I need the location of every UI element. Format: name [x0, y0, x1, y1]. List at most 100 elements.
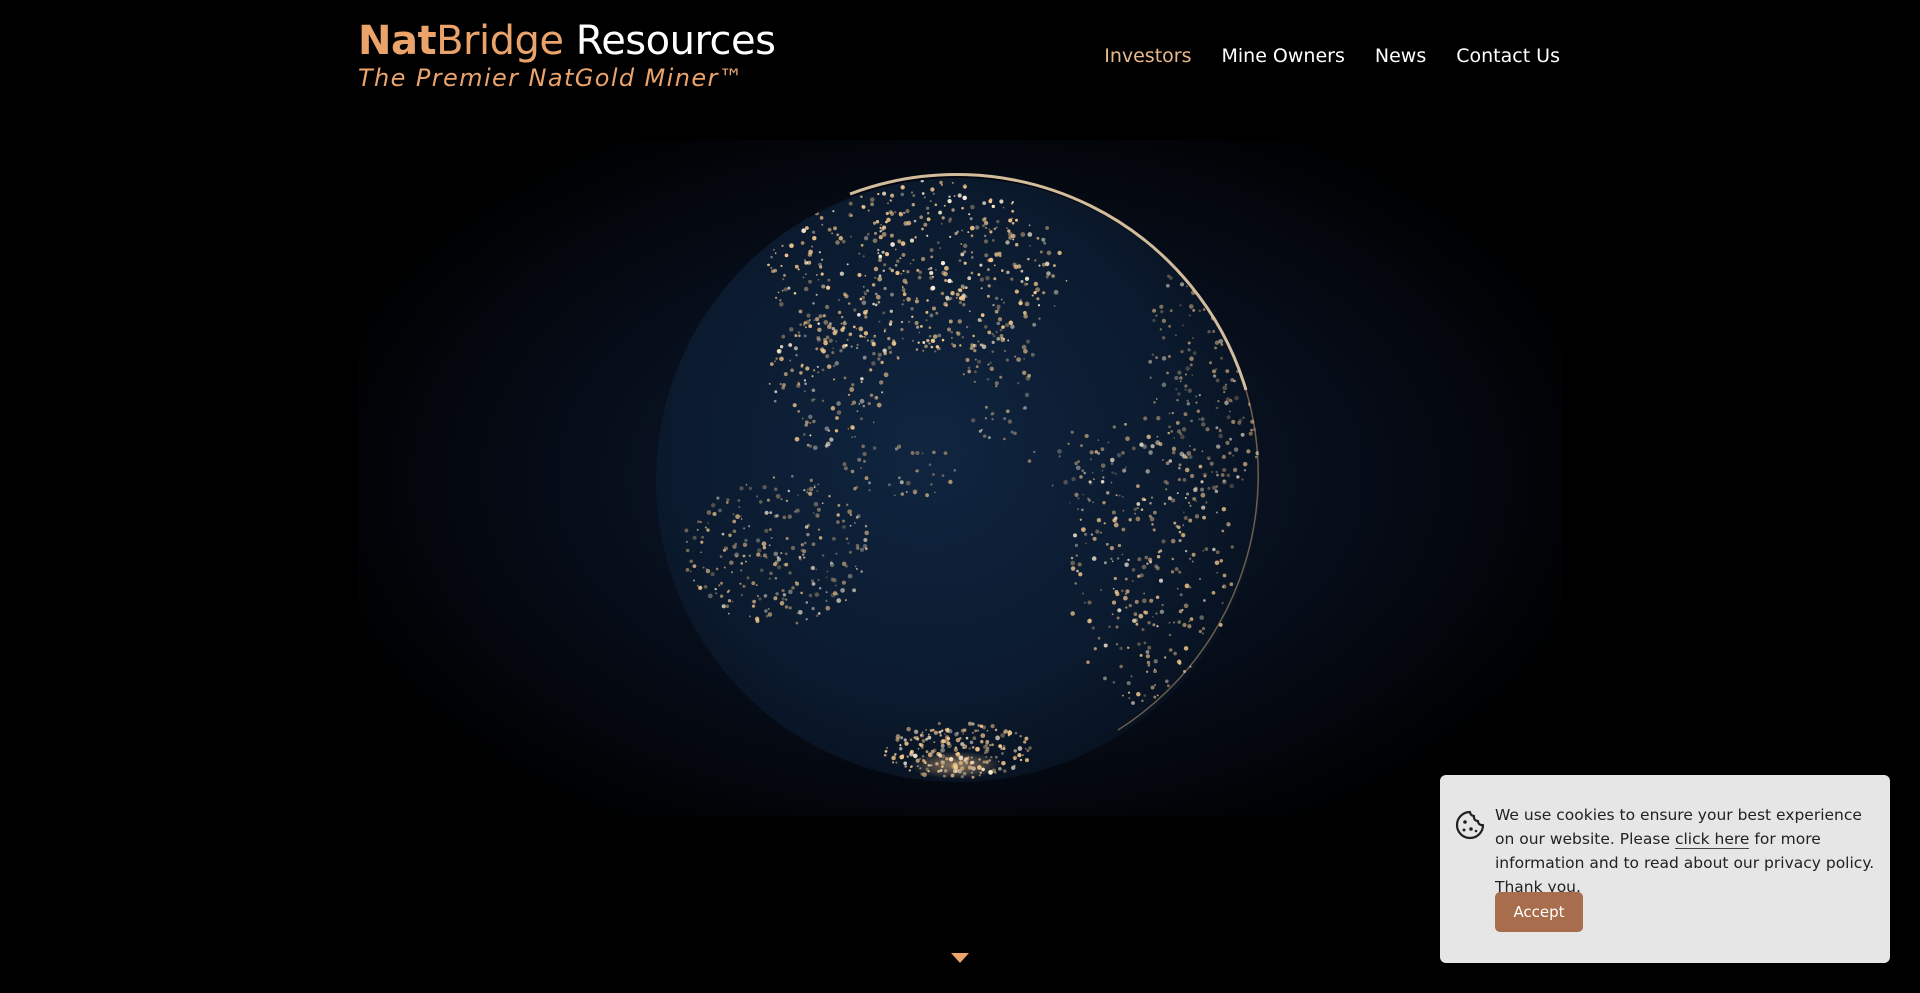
- city-light-dot: [1197, 289, 1201, 293]
- city-light-dot: [1131, 701, 1135, 705]
- city-light-dot: [1079, 475, 1083, 479]
- city-light-dot: [1181, 532, 1186, 538]
- city-light-dot: [863, 236, 869, 241]
- city-light-dot: [1041, 291, 1045, 294]
- city-light-dot: [740, 562, 744, 565]
- city-light-dot: [735, 555, 738, 558]
- city-light-dot: [1220, 473, 1225, 477]
- city-light-dot: [803, 286, 809, 292]
- city-light-dot: [946, 327, 952, 332]
- city-light-dot: [965, 736, 969, 740]
- city-light-dot: [812, 369, 816, 372]
- city-light-dot: [878, 274, 882, 278]
- city-light-dot: [821, 284, 826, 289]
- city-light-dot: [1200, 278, 1204, 282]
- city-light-dot: [866, 232, 870, 236]
- city-light-dot: [1052, 264, 1056, 268]
- city-light-dot: [1121, 553, 1124, 556]
- city-light-dot: [795, 581, 797, 583]
- city-light-dot: [1192, 351, 1197, 355]
- city-light-dot: [1016, 357, 1021, 362]
- city-light-dot: [817, 611, 821, 615]
- city-light-dot: [1142, 444, 1147, 449]
- city-light-dot: [1117, 608, 1122, 613]
- city-light-dot: [1186, 492, 1190, 496]
- city-light-dot: [811, 542, 816, 547]
- site-logo[interactable]: NatBridge Resources The Premier NatGold …: [358, 18, 776, 98]
- city-light-dot: [914, 299, 919, 304]
- city-light-dot: [799, 323, 803, 327]
- city-light-dot: [991, 743, 994, 747]
- city-light-dot: [1211, 269, 1214, 272]
- city-light-dot: [1170, 570, 1175, 574]
- city-light-dot: [785, 499, 789, 503]
- city-light-dot: [1215, 550, 1220, 555]
- city-light-dot: [842, 519, 845, 523]
- city-light-dot: [812, 236, 817, 241]
- city-light-dot: [777, 291, 780, 294]
- city-light-dot: [763, 594, 768, 598]
- city-light-dot: [1279, 421, 1281, 423]
- city-light-dot: [941, 729, 944, 732]
- accept-button[interactable]: Accept: [1495, 892, 1583, 932]
- city-light-dot: [972, 334, 975, 338]
- city-light-dot: [1181, 324, 1184, 327]
- city-light-dot: [935, 311, 939, 315]
- city-light-dot: [901, 754, 905, 758]
- city-light-dot: [742, 542, 748, 547]
- city-light-dot: [1070, 611, 1075, 616]
- chevron-down-icon[interactable]: [951, 953, 969, 963]
- city-light-dot: [1176, 492, 1179, 495]
- nav-item-investors[interactable]: Investors: [1104, 42, 1191, 70]
- city-light-dot: [850, 345, 853, 348]
- city-light-dot: [1228, 292, 1233, 297]
- city-light-dot: [1156, 416, 1161, 421]
- city-light-dot: [857, 312, 861, 317]
- city-light-dot: [890, 193, 895, 198]
- city-light-dot: [1201, 450, 1204, 453]
- city-light-dot: [1143, 641, 1147, 645]
- city-light-dot: [930, 338, 936, 344]
- city-light-dot: [850, 214, 853, 217]
- city-light-dot: [1207, 253, 1211, 257]
- city-light-dot: [832, 364, 836, 368]
- city-light-dot: [825, 576, 828, 579]
- nav-item-contact-us[interactable]: Contact Us: [1456, 42, 1560, 70]
- city-light-dot: [1013, 749, 1018, 753]
- city-light-dot: [788, 571, 792, 575]
- city-light-dot: [878, 320, 881, 323]
- city-light-dot: [788, 589, 793, 595]
- city-light-dot: [941, 216, 945, 220]
- cookie-more-info-link[interactable]: click here: [1674, 830, 1750, 849]
- city-light-dot: [1176, 659, 1182, 665]
- city-light-dot: [1100, 480, 1105, 484]
- city-light-dot: [1216, 444, 1221, 449]
- city-light-dot: [737, 499, 741, 502]
- city-light-dot: [872, 221, 877, 225]
- city-light-dot: [804, 273, 807, 276]
- city-light-dot: [1075, 465, 1081, 471]
- city-light-dot: [1010, 277, 1014, 281]
- city-light-dot: [825, 441, 831, 447]
- city-light-dot: [1143, 610, 1147, 614]
- city-light-dot: [734, 542, 738, 546]
- city-light-dot: [803, 489, 806, 492]
- city-light-dot: [758, 597, 762, 601]
- city-light-dot: [1236, 475, 1240, 479]
- city-light-dot: [817, 278, 820, 281]
- city-light-dot: [1281, 336, 1283, 338]
- city-light-dot: [798, 382, 801, 386]
- city-light-dot: [1276, 425, 1278, 427]
- city-light-dot: [1198, 393, 1201, 397]
- city-light-dot: [870, 202, 874, 207]
- city-light-dot: [1163, 656, 1167, 659]
- nav-item-mine-owners[interactable]: Mine Owners: [1221, 42, 1344, 70]
- city-light-dot: [855, 567, 858, 570]
- city-light-dot: [1152, 308, 1157, 313]
- nav-item-news[interactable]: News: [1375, 42, 1426, 70]
- city-light-dot: [783, 287, 788, 292]
- city-light-dot: [853, 308, 857, 312]
- city-light-dot: [1184, 373, 1187, 376]
- city-light-dot: [883, 753, 887, 757]
- city-light-dot: [899, 480, 904, 485]
